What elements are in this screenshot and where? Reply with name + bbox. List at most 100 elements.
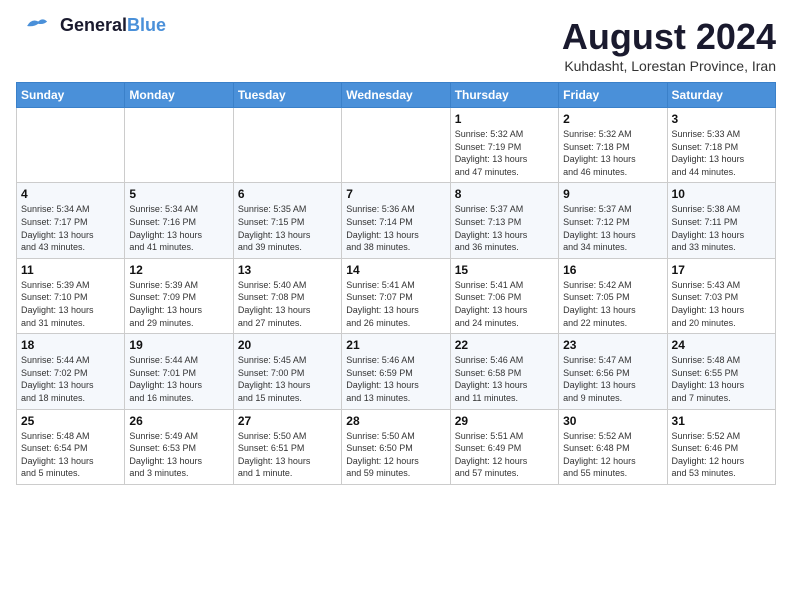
weekday-header: Sunday — [17, 83, 125, 108]
day-number: 28 — [346, 414, 445, 428]
day-number: 29 — [455, 414, 554, 428]
day-info: Sunrise: 5:37 AM Sunset: 7:12 PM Dayligh… — [563, 203, 662, 253]
calendar-cell: 6 Sunrise: 5:35 AM Sunset: 7:15 PM Daylig… — [233, 183, 341, 258]
day-number: 23 — [563, 338, 662, 352]
weekday-header: Friday — [559, 83, 667, 108]
calendar-week-row: 4Sunrise: 5:34 AM Sunset: 7:17 PM Daylig… — [17, 183, 776, 258]
logo-icon — [16, 16, 56, 36]
day-info: Sunrise: 5:43 AM Sunset: 7:03 PM Dayligh… — [672, 279, 771, 329]
calendar-week-row: 25 Sunrise: 5:48 AM Sunset: 6:54 PM Dayli… — [17, 409, 776, 484]
calendar-cell: 28 Sunrise: 5:50 AM Sunset: 6:50 PM Dayli… — [342, 409, 450, 484]
day-number: 17 — [672, 263, 771, 277]
day-number: 13 — [238, 263, 337, 277]
day-info: Sunrise: 5:35 AM Sunset: 7:15 PM Dayligh… — [238, 203, 337, 253]
calendar-cell: 18Sunrise: 5:44 AM Sunset: 7:02 PM Dayli… — [17, 334, 125, 409]
calendar-cell: 24Sunrise: 5:48 AM Sunset: 6:55 PM Dayli… — [667, 334, 775, 409]
calendar-cell: 13 Sunrise: 5:40 AM Sunset: 7:08 PM Dayli… — [233, 258, 341, 333]
day-number: 6 — [238, 187, 337, 201]
calendar-cell: 4Sunrise: 5:34 AM Sunset: 7:17 PM Daylig… — [17, 183, 125, 258]
weekday-header-row: SundayMondayTuesdayWednesdayThursdayFrid… — [17, 83, 776, 108]
day-number: 2 — [563, 112, 662, 126]
day-info: Sunrise: 5:49 AM Sunset: 6:53 PM Dayligh… — [129, 430, 228, 480]
calendar-cell: 31Sunrise: 5:52 AM Sunset: 6:46 PM Dayli… — [667, 409, 775, 484]
calendar-cell: 10Sunrise: 5:38 AM Sunset: 7:11 PM Dayli… — [667, 183, 775, 258]
location-subtitle: Kuhdasht, Lorestan Province, Iran — [562, 58, 776, 74]
calendar-cell — [342, 108, 450, 183]
calendar-cell — [17, 108, 125, 183]
day-number: 25 — [21, 414, 120, 428]
day-number: 16 — [563, 263, 662, 277]
calendar-week-row: 18Sunrise: 5:44 AM Sunset: 7:02 PM Dayli… — [17, 334, 776, 409]
day-number: 3 — [672, 112, 771, 126]
day-info: Sunrise: 5:47 AM Sunset: 6:56 PM Dayligh… — [563, 354, 662, 404]
day-info: Sunrise: 5:44 AM Sunset: 7:01 PM Dayligh… — [129, 354, 228, 404]
calendar-cell: 14 Sunrise: 5:41 AM Sunset: 7:07 PM Dayli… — [342, 258, 450, 333]
day-number: 5 — [129, 187, 228, 201]
calendar-cell: 23 Sunrise: 5:47 AM Sunset: 6:56 PM Dayli… — [559, 334, 667, 409]
day-number: 9 — [563, 187, 662, 201]
weekday-header: Wednesday — [342, 83, 450, 108]
weekday-header: Tuesday — [233, 83, 341, 108]
day-number: 11 — [21, 263, 120, 277]
month-title: August 2024 — [562, 16, 776, 58]
calendar-cell: 11 Sunrise: 5:39 AM Sunset: 7:10 PM Dayli… — [17, 258, 125, 333]
day-number: 12 — [129, 263, 228, 277]
day-info: Sunrise: 5:51 AM Sunset: 6:49 PM Dayligh… — [455, 430, 554, 480]
day-info: Sunrise: 5:46 AM Sunset: 6:58 PM Dayligh… — [455, 354, 554, 404]
day-number: 4 — [21, 187, 120, 201]
day-number: 18 — [21, 338, 120, 352]
day-number: 22 — [455, 338, 554, 352]
day-number: 21 — [346, 338, 445, 352]
calendar-cell: 8 Sunrise: 5:37 AM Sunset: 7:13 PM Daylig… — [450, 183, 558, 258]
calendar-cell: 26Sunrise: 5:49 AM Sunset: 6:53 PM Dayli… — [125, 409, 233, 484]
calendar-cell: 15 Sunrise: 5:41 AM Sunset: 7:06 PM Dayli… — [450, 258, 558, 333]
weekday-header: Thursday — [450, 83, 558, 108]
day-info: Sunrise: 5:42 AM Sunset: 7:05 PM Dayligh… — [563, 279, 662, 329]
calendar-cell: 30 Sunrise: 5:52 AM Sunset: 6:48 PM Dayli… — [559, 409, 667, 484]
title-block: August 2024 Kuhdasht, Lorestan Province,… — [562, 16, 776, 74]
day-info: Sunrise: 5:41 AM Sunset: 7:07 PM Dayligh… — [346, 279, 445, 329]
calendar-cell — [125, 108, 233, 183]
day-info: Sunrise: 5:48 AM Sunset: 6:55 PM Dayligh… — [672, 354, 771, 404]
day-number: 30 — [563, 414, 662, 428]
day-info: Sunrise: 5:52 AM Sunset: 6:48 PM Dayligh… — [563, 430, 662, 480]
calendar-cell: 9 Sunrise: 5:37 AM Sunset: 7:12 PM Daylig… — [559, 183, 667, 258]
day-info: Sunrise: 5:50 AM Sunset: 6:51 PM Dayligh… — [238, 430, 337, 480]
day-info: Sunrise: 5:41 AM Sunset: 7:06 PM Dayligh… — [455, 279, 554, 329]
weekday-header: Saturday — [667, 83, 775, 108]
day-info: Sunrise: 5:32 AM Sunset: 7:19 PM Dayligh… — [455, 128, 554, 178]
day-info: Sunrise: 5:50 AM Sunset: 6:50 PM Dayligh… — [346, 430, 445, 480]
day-number: 10 — [672, 187, 771, 201]
calendar-cell: 2 Sunrise: 5:32 AM Sunset: 7:18 PM Daylig… — [559, 108, 667, 183]
calendar-cell: 27Sunrise: 5:50 AM Sunset: 6:51 PM Dayli… — [233, 409, 341, 484]
calendar-cell: 1 Sunrise: 5:32 AM Sunset: 7:19 PM Daylig… — [450, 108, 558, 183]
page-header: GeneralBlue August 2024 Kuhdasht, Lorest… — [16, 16, 776, 74]
day-info: Sunrise: 5:37 AM Sunset: 7:13 PM Dayligh… — [455, 203, 554, 253]
calendar-cell: 12Sunrise: 5:39 AM Sunset: 7:09 PM Dayli… — [125, 258, 233, 333]
calendar-cell: 22 Sunrise: 5:46 AM Sunset: 6:58 PM Dayli… — [450, 334, 558, 409]
day-info: Sunrise: 5:48 AM Sunset: 6:54 PM Dayligh… — [21, 430, 120, 480]
calendar-cell: 25 Sunrise: 5:48 AM Sunset: 6:54 PM Dayli… — [17, 409, 125, 484]
calendar-cell: 17 Sunrise: 5:43 AM Sunset: 7:03 PM Dayli… — [667, 258, 775, 333]
day-number: 15 — [455, 263, 554, 277]
day-number: 14 — [346, 263, 445, 277]
calendar-cell — [233, 108, 341, 183]
day-number: 20 — [238, 338, 337, 352]
calendar-week-row: 1 Sunrise: 5:32 AM Sunset: 7:19 PM Daylig… — [17, 108, 776, 183]
day-number: 1 — [455, 112, 554, 126]
day-info: Sunrise: 5:32 AM Sunset: 7:18 PM Dayligh… — [563, 128, 662, 178]
day-info: Sunrise: 5:52 AM Sunset: 6:46 PM Dayligh… — [672, 430, 771, 480]
day-info: Sunrise: 5:33 AM Sunset: 7:18 PM Dayligh… — [672, 128, 771, 178]
calendar-cell: 16 Sunrise: 5:42 AM Sunset: 7:05 PM Dayli… — [559, 258, 667, 333]
calendar-cell: 29 Sunrise: 5:51 AM Sunset: 6:49 PM Dayli… — [450, 409, 558, 484]
day-number: 8 — [455, 187, 554, 201]
calendar-cell: 7Sunrise: 5:36 AM Sunset: 7:14 PM Daylig… — [342, 183, 450, 258]
day-number: 19 — [129, 338, 228, 352]
day-info: Sunrise: 5:40 AM Sunset: 7:08 PM Dayligh… — [238, 279, 337, 329]
calendar-cell: 3 Sunrise: 5:33 AM Sunset: 7:18 PM Daylig… — [667, 108, 775, 183]
calendar-cell: 21 Sunrise: 5:46 AM Sunset: 6:59 PM Dayli… — [342, 334, 450, 409]
calendar-week-row: 11 Sunrise: 5:39 AM Sunset: 7:10 PM Dayli… — [17, 258, 776, 333]
logo-text: GeneralBlue — [60, 16, 166, 36]
day-info: Sunrise: 5:46 AM Sunset: 6:59 PM Dayligh… — [346, 354, 445, 404]
day-info: Sunrise: 5:39 AM Sunset: 7:10 PM Dayligh… — [21, 279, 120, 329]
